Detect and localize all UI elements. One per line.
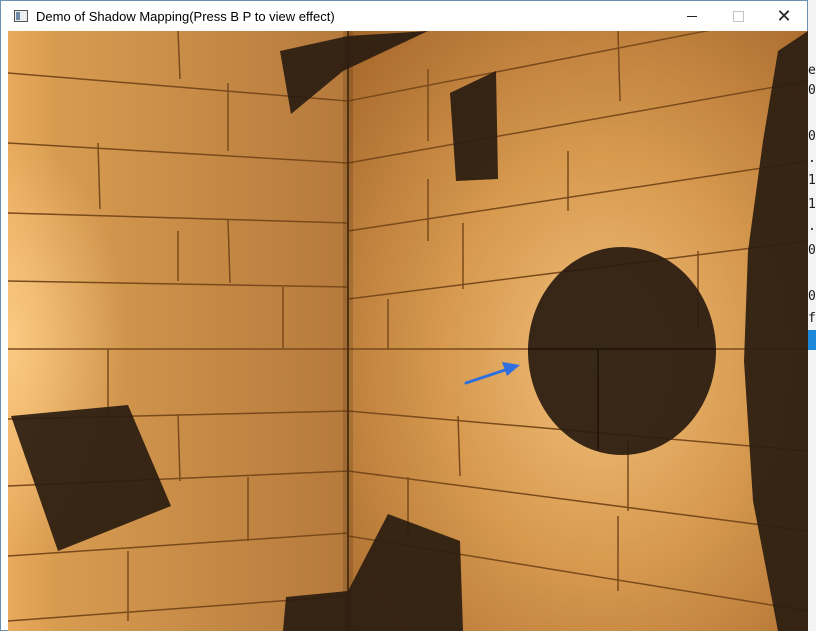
bg-glyph: 0 (808, 129, 816, 144)
bg-glyph: 1 (808, 173, 816, 188)
bg-glyph: 0 (808, 83, 816, 98)
bg-glyph: 1 (808, 197, 816, 212)
close-button[interactable]: ✕ (761, 1, 807, 31)
close-icon: ✕ (776, 5, 792, 27)
maximize-button[interactable] (715, 1, 761, 31)
bg-glyph: f (808, 311, 816, 326)
bg-glyph: . (808, 151, 816, 166)
minimize-button[interactable] (669, 1, 715, 31)
corner-shade (343, 31, 353, 631)
bg-glyph: e (808, 63, 816, 78)
bg-glyph: . (808, 219, 816, 234)
maximize-icon (732, 10, 744, 22)
minimize-icon (687, 15, 697, 17)
app-window: Demo of Shadow Mapping(Press B P to view… (0, 0, 808, 631)
sphere-shadow (528, 247, 716, 455)
bg-glyph: 0 (808, 289, 816, 304)
bg-selection-bar (808, 330, 816, 350)
window-title: Demo of Shadow Mapping(Press B P to view… (36, 8, 335, 24)
app-window-icon[interactable] (14, 10, 28, 22)
background-window-right-edge: e 0 0 . 1 1 . 0 0 f (808, 0, 816, 631)
bg-glyph: 0 (808, 243, 816, 258)
shadow-mapping-scene (8, 31, 808, 631)
render-viewport[interactable] (8, 31, 808, 631)
title-bar[interactable]: Demo of Shadow Mapping(Press B P to view… (1, 1, 807, 31)
